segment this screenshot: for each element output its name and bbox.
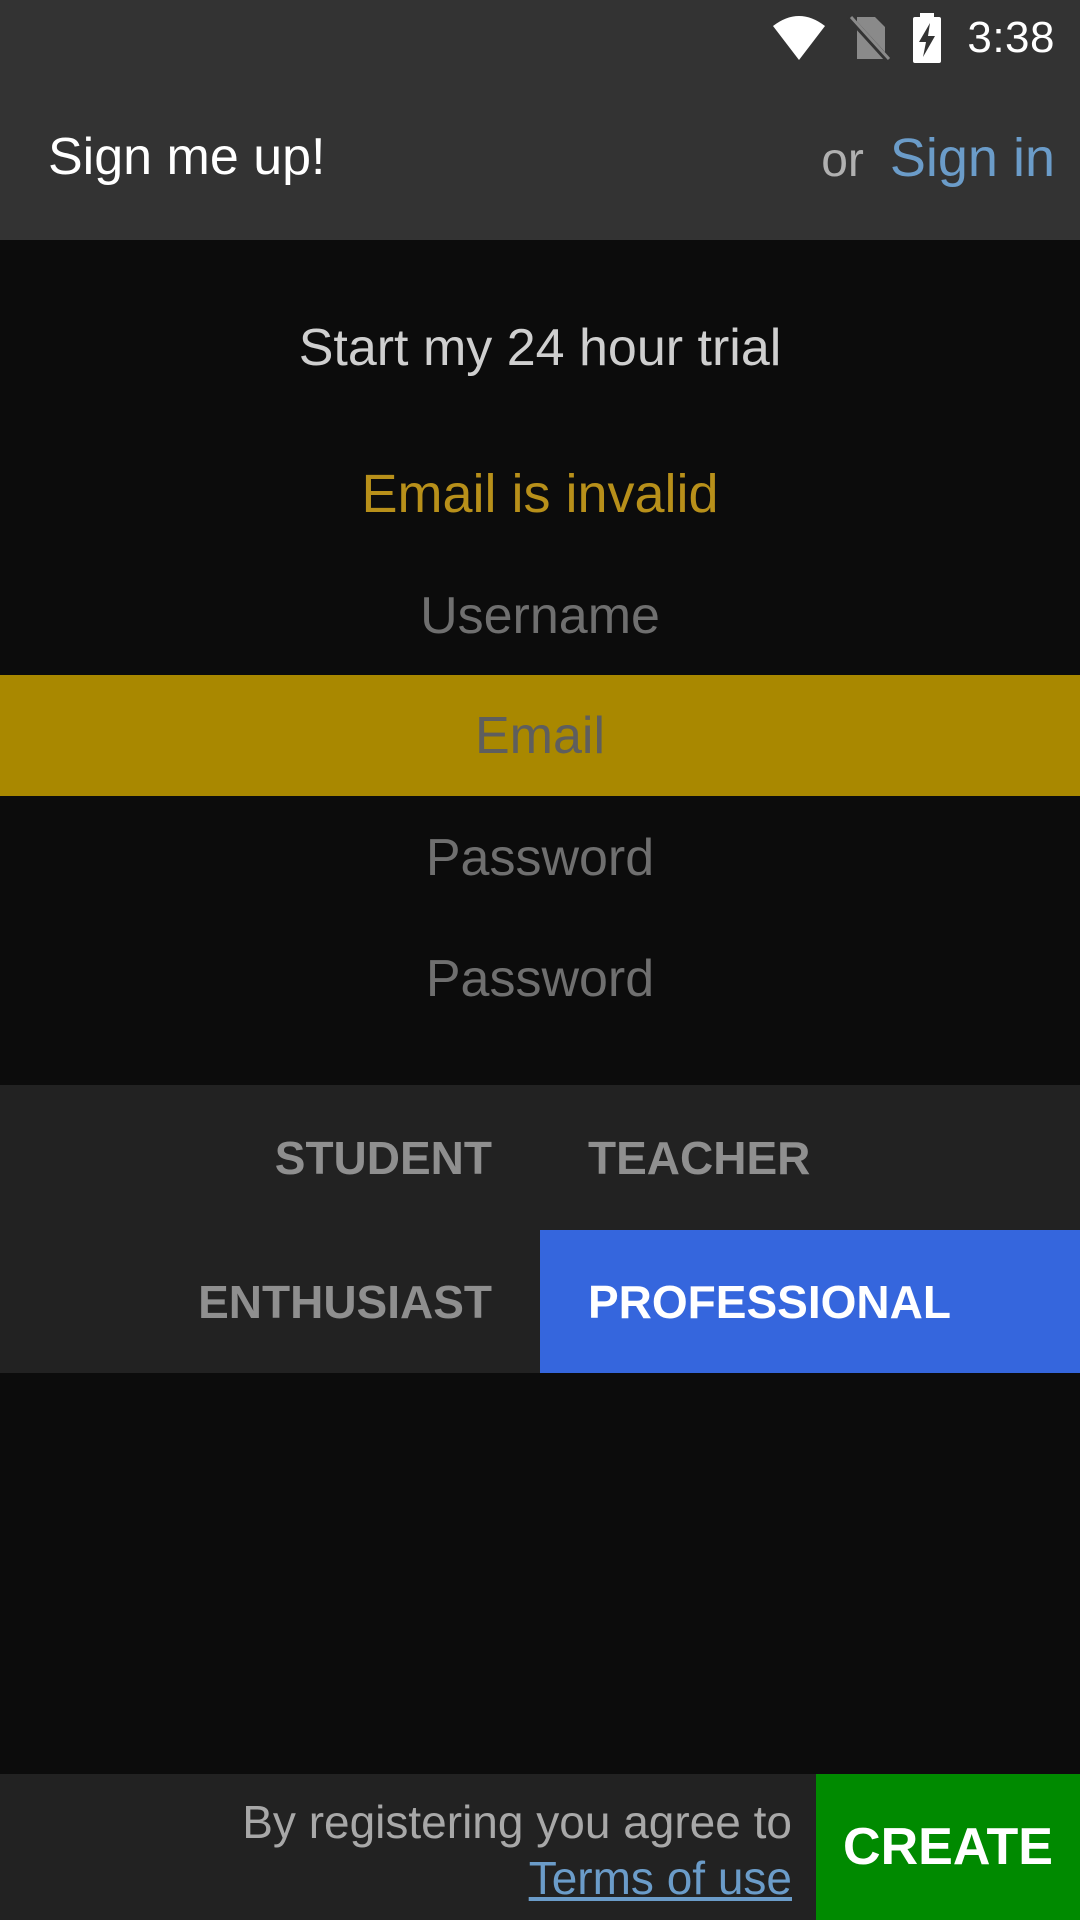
status-icons: 3:38 [771,10,1055,66]
create-button[interactable]: CREATE [816,1774,1080,1920]
or-label: or [821,134,864,187]
agree-text: By registering you agree to [242,1796,792,1848]
no-sim-icon [847,14,892,63]
role-selector: STUDENT TEACHER ENTHUSIAST PROFESSIONAL [0,1085,1080,1373]
terms-notice: By registering you agree to Terms of use [242,1794,792,1906]
username-field[interactable] [0,555,1080,676]
error-message: Email is invalid [361,464,719,524]
bottom-bar: By registering you agree to Terms of use… [0,1774,1080,1920]
terms-of-use-link[interactable]: Terms of use [242,1850,792,1906]
app-bar: Sign me up! or Sign in [0,75,1080,240]
role-student-button[interactable]: STUDENT [0,1085,492,1230]
role-teacher-button[interactable]: TEACHER [588,1085,988,1230]
sign-in-area: or Sign in [821,127,1055,189]
email-field[interactable] [0,675,1080,796]
status-time: 3:38 [967,13,1055,62]
trial-heading: Start my 24 hour trial [298,319,782,377]
role-professional-button[interactable]: PROFESSIONAL [540,1230,1080,1373]
confirm-password-field[interactable] [0,918,1080,1039]
status-bar: 3:38 [0,0,1080,75]
role-enthusiast-button[interactable]: ENTHUSIAST [0,1230,492,1373]
page-title: Sign me up! [48,128,326,186]
sign-in-link[interactable]: Sign in [890,127,1055,189]
wifi-icon [773,16,826,60]
battery-charging-icon [913,13,942,63]
password-field[interactable] [0,797,1080,918]
